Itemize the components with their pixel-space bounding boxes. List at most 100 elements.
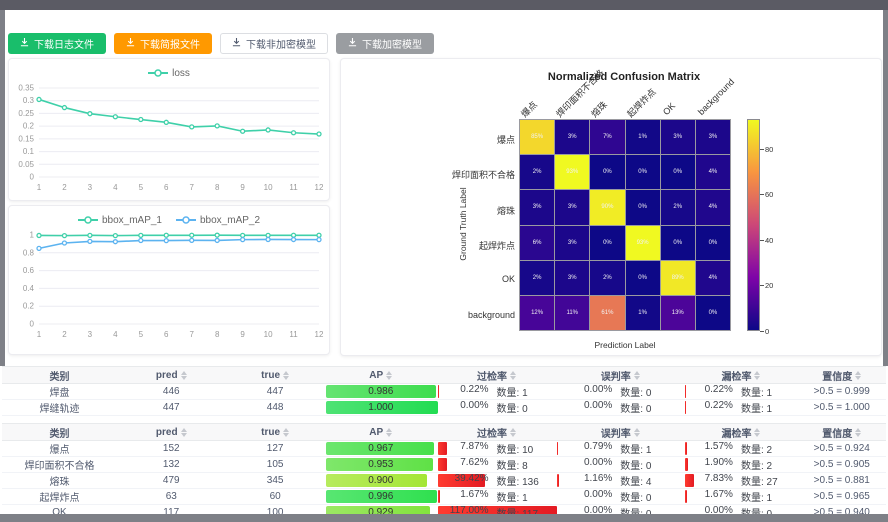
column-header-true[interactable]: true bbox=[226, 424, 325, 441]
svg-text:0.05: 0.05 bbox=[18, 160, 34, 169]
misjudge-rate-cell: 0.00%数量: 0 bbox=[556, 384, 684, 400]
legend-item-loss[interactable]: loss bbox=[148, 65, 190, 81]
loss-line-chart: 00.050.10.150.20.250.30.3512345678910111… bbox=[9, 81, 329, 199]
svg-text:7: 7 bbox=[190, 183, 195, 192]
svg-text:12: 12 bbox=[315, 330, 324, 339]
svg-text:0.2: 0.2 bbox=[23, 122, 35, 131]
rate-text: 0.00%数量: 0 bbox=[558, 400, 682, 415]
sort-icon[interactable] bbox=[386, 428, 392, 437]
sort-icon[interactable] bbox=[855, 371, 861, 380]
misjudge-rate-cell: 1.16%数量: 4 bbox=[556, 473, 684, 489]
map-line-chart: 00.20.40.60.81123456789101112 bbox=[9, 228, 329, 348]
true-cell: 447 bbox=[226, 384, 325, 400]
matrix-cell: 2% bbox=[520, 261, 554, 295]
svg-text:0.3: 0.3 bbox=[23, 96, 35, 105]
column-header-pred[interactable]: pred bbox=[117, 424, 226, 441]
matrix-cell: 0% bbox=[590, 226, 624, 260]
column-header-过检率[interactable]: 过检率 bbox=[437, 424, 556, 441]
ap-cell: 0.967 bbox=[325, 441, 437, 457]
column-header-置信度[interactable]: 置信度 bbox=[798, 424, 886, 441]
legend-item-bbox-map-2[interactable]: bbox_mAP_2 bbox=[176, 212, 260, 228]
over-rate-cell: 1.67%数量: 1 bbox=[437, 489, 556, 505]
ap-value: 1.000 bbox=[368, 402, 393, 413]
true-cell: 448 bbox=[226, 400, 325, 416]
sort-icon[interactable] bbox=[634, 428, 640, 437]
table-row: 熔珠4793450.90039.42%数量: 1361.16%数量: 47.83… bbox=[2, 473, 886, 489]
download-report-button[interactable]: 下载简报文件 bbox=[114, 33, 212, 54]
column-header-label: 置信度 bbox=[822, 368, 852, 383]
matrix-row-label: OK bbox=[385, 274, 515, 284]
sort-icon[interactable] bbox=[510, 371, 516, 380]
rate-text: 7.87%数量: 10 bbox=[439, 441, 554, 456]
ap-value: 0.986 bbox=[368, 386, 393, 397]
miss-rate-cell: 7.83%数量: 27 bbox=[684, 473, 797, 489]
column-header-置信度[interactable]: 置信度 bbox=[798, 367, 886, 384]
sort-icon[interactable] bbox=[181, 371, 187, 380]
column-header-label: 过检率 bbox=[477, 368, 507, 383]
column-header-true[interactable]: true bbox=[226, 367, 325, 384]
column-header-AP[interactable]: AP bbox=[325, 424, 437, 441]
download-encrypted-model-button[interactable]: 下载加密模型 bbox=[336, 33, 434, 54]
matrix-cell: 93% bbox=[555, 155, 589, 189]
pred-cell: 479 bbox=[117, 473, 226, 489]
rate-text: 0.00%数量: 0 bbox=[558, 489, 682, 504]
sort-icon[interactable] bbox=[283, 428, 289, 437]
matrix-cell: 2% bbox=[590, 261, 624, 295]
svg-text:0.25: 0.25 bbox=[18, 109, 34, 118]
download-log-button[interactable]: 下载日志文件 bbox=[8, 33, 106, 54]
misjudge-rate-cell: 0.00%数量: 0 bbox=[556, 489, 684, 505]
column-header-label: 误判率 bbox=[601, 425, 631, 440]
column-header-label: 过检率 bbox=[477, 425, 507, 440]
column-header-pred[interactable]: pred bbox=[117, 367, 226, 384]
misjudge-rate-cell: 0.00%数量: 0 bbox=[556, 400, 684, 416]
confusion-matrix-xlabel: Prediction Label bbox=[519, 340, 731, 350]
matrix-cell: 0% bbox=[696, 226, 730, 260]
legend-item-bbox-map-1[interactable]: bbox_mAP_1 bbox=[78, 212, 162, 228]
class-cell: 焊盘 bbox=[2, 384, 117, 400]
ap-cell: 0.900 bbox=[325, 473, 437, 489]
column-header-漏检率[interactable]: 漏检率 bbox=[684, 367, 797, 384]
misjudge-rate-cell: 0.00%数量: 0 bbox=[556, 457, 684, 473]
table-row: 焊缝轨迹4474481.0000.00%数量: 00.00%数量: 00.22%… bbox=[2, 400, 886, 416]
confidence-cell: >0.5 = 0.924 bbox=[798, 441, 886, 457]
download-encrypted-model-label: 下载加密模型 bbox=[362, 36, 422, 51]
sort-icon[interactable] bbox=[181, 428, 187, 437]
column-header-误判率[interactable]: 误判率 bbox=[556, 367, 684, 384]
matrix-cell: 3% bbox=[661, 120, 695, 154]
column-header-AP[interactable]: AP bbox=[325, 367, 437, 384]
colorbar-tick-mark bbox=[760, 194, 764, 195]
rate-text: 0.22%数量: 1 bbox=[686, 384, 795, 399]
column-header-漏检率[interactable]: 漏检率 bbox=[684, 424, 797, 441]
svg-text:11: 11 bbox=[289, 330, 298, 339]
ap-cell: 0.996 bbox=[325, 489, 437, 505]
svg-text:8: 8 bbox=[215, 183, 220, 192]
true-cell: 127 bbox=[226, 441, 325, 457]
colorbar-tick-label: 80 bbox=[765, 145, 773, 154]
table-row: 起焊炸点63600.9961.67%数量: 10.00%数量: 01.67%数量… bbox=[2, 489, 886, 505]
matrix-cell: 0% bbox=[626, 261, 660, 295]
class-cell: 起焊炸点 bbox=[2, 489, 117, 505]
colorbar-tick-mark bbox=[760, 240, 764, 241]
column-header-label: AP bbox=[369, 370, 383, 381]
svg-text:0.15: 0.15 bbox=[18, 134, 34, 143]
sort-icon[interactable] bbox=[754, 428, 760, 437]
column-header-过检率[interactable]: 过检率 bbox=[437, 367, 556, 384]
svg-text:0.1: 0.1 bbox=[23, 147, 35, 156]
svg-text:0.35: 0.35 bbox=[18, 84, 34, 93]
download-plain-model-button[interactable]: 下载非加密模型 bbox=[220, 33, 328, 54]
matrix-cell: 0% bbox=[626, 190, 660, 224]
sort-icon[interactable] bbox=[510, 428, 516, 437]
sort-icon[interactable] bbox=[634, 371, 640, 380]
matrix-cell: 0% bbox=[626, 155, 660, 189]
sort-icon[interactable] bbox=[754, 371, 760, 380]
sort-icon[interactable] bbox=[855, 428, 861, 437]
matrix-cell: 93% bbox=[626, 226, 660, 260]
svg-text:0.2: 0.2 bbox=[23, 302, 35, 311]
matrix-cell: 0% bbox=[696, 296, 730, 330]
column-header-误判率[interactable]: 误判率 bbox=[556, 424, 684, 441]
main-panel: 下载日志文件 下载简报文件 下载非加密模型 下载加密模型 bbox=[0, 10, 888, 514]
colorbar bbox=[747, 119, 760, 331]
sort-icon[interactable] bbox=[386, 371, 392, 380]
sort-icon[interactable] bbox=[283, 371, 289, 380]
column-header-label: 类别 bbox=[49, 425, 69, 440]
